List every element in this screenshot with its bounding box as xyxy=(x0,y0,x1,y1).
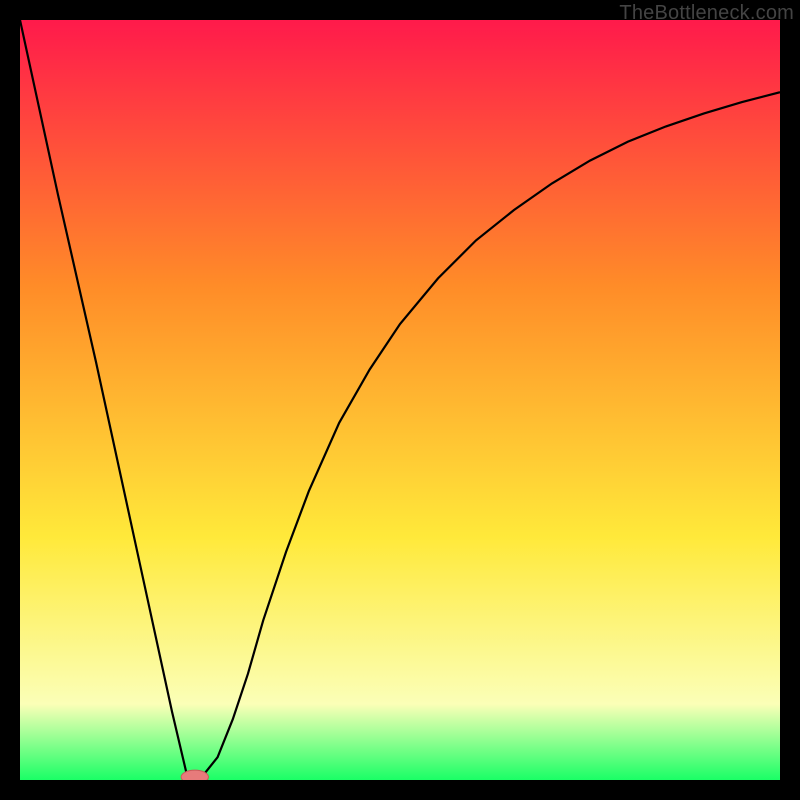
gradient-background xyxy=(20,20,780,780)
chart-frame: TheBottleneck.com xyxy=(0,0,800,800)
chart-svg xyxy=(20,20,780,780)
minimum-marker xyxy=(181,770,208,780)
plot-area xyxy=(20,20,780,780)
